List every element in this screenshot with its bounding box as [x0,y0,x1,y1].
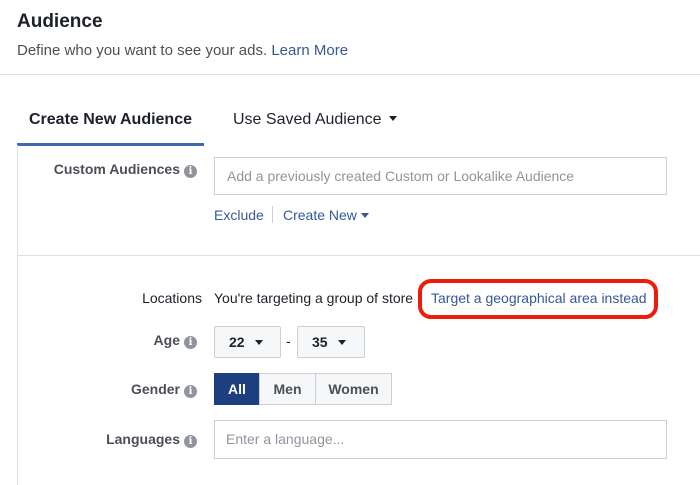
gender-label-text: Gender [130,381,180,397]
audience-header: Audience Define who you want to see your… [0,0,700,75]
tab-create-new-audience-label: Create New Audience [28,111,192,128]
age-min-value: 22 [229,334,245,350]
caret-down-icon [254,339,263,345]
locations-text: You're targeting a group of store [214,290,414,306]
locations-label: Locations [142,290,202,306]
audience-tabs: Create New Audience Use Saved Audience [17,98,700,146]
tab-use-saved-audience[interactable]: Use Saved Audience [233,98,397,146]
link-separator [272,206,273,223]
gender-men-button[interactable]: Men [259,373,316,405]
age-max-select[interactable]: 35 [297,326,365,358]
gender-all-button[interactable]: All [214,373,260,405]
language-input[interactable]: Enter a language... [214,420,667,459]
age-label: Age i [154,332,197,349]
section-title: Audience [17,11,103,32]
create-new-label: Create New [283,207,357,223]
highlight-annotation [418,279,658,319]
create-new-dropdown[interactable]: Create New [283,207,369,223]
age-min-select[interactable]: 22 [214,326,281,358]
custom-audience-input[interactable]: Add a previously created Custom or Looka… [214,157,667,195]
info-icon[interactable]: i [184,336,197,349]
age-label-text: Age [153,332,180,348]
languages-label-text: Languages [106,431,180,447]
section-divider [17,255,700,256]
age-range-separator: - [286,333,291,349]
languages-label: Languages i [106,431,197,448]
info-icon[interactable]: i [184,165,197,178]
caret-down-icon [360,212,369,218]
exclude-link[interactable]: Exclude [214,207,264,223]
info-icon[interactable]: i [184,385,197,398]
caret-down-icon [337,339,346,345]
custom-audience-placeholder: Add a previously created Custom or Looka… [227,168,575,184]
tab-create-new-audience[interactable]: Create New Audience [17,98,204,146]
caret-down-icon [388,116,397,122]
custom-audiences-label: Custom Audiences i [54,161,197,178]
custom-audiences-label-text: Custom Audiences [53,161,180,177]
gender-women-button[interactable]: Women [315,373,392,405]
info-icon[interactable]: i [184,435,197,448]
section-subtitle: Define who you want to see your ads. Lea… [17,42,348,59]
age-max-value: 35 [312,334,328,350]
subtitle-text: Define who you want to see your ads. [17,42,268,59]
language-placeholder: Enter a language... [226,431,345,447]
gender-label: Gender i [131,381,197,398]
learn-more-link[interactable]: Learn More [271,42,348,59]
tab-use-saved-audience-label: Use Saved Audience [233,111,382,128]
